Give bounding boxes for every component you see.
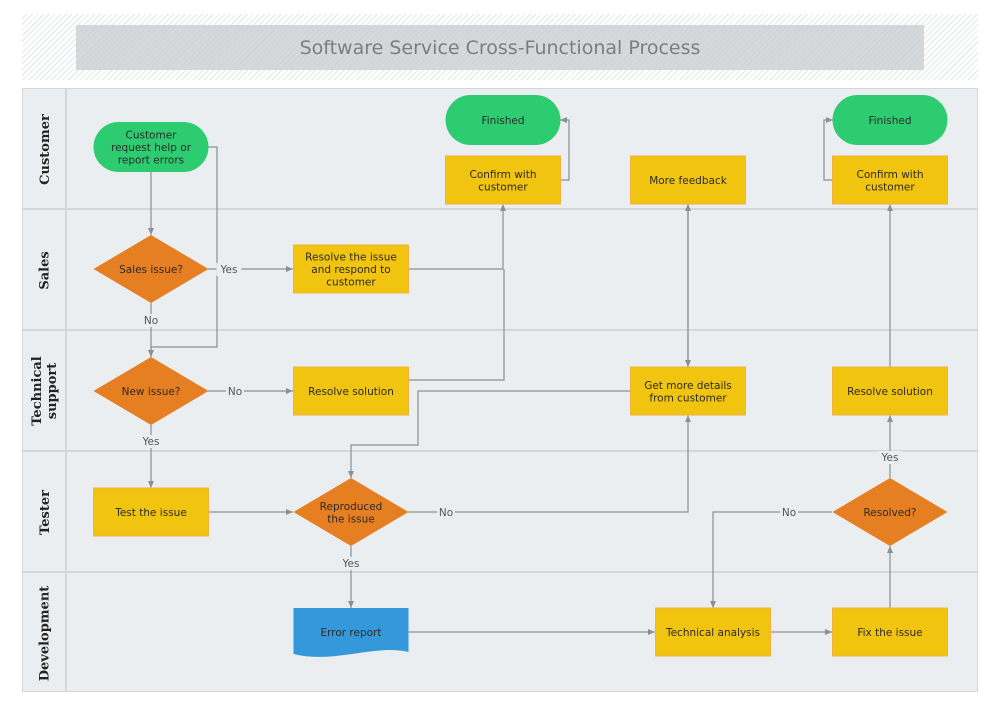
edge-label-sales-no: No bbox=[144, 315, 158, 327]
node-label: customer bbox=[326, 277, 376, 289]
node-label: Finished bbox=[481, 115, 524, 127]
node-label: Sales issue? bbox=[119, 264, 183, 276]
node-label: Customer bbox=[125, 130, 177, 142]
error-report-node: Error report bbox=[293, 608, 409, 657]
edge-respond-to-confirm bbox=[408, 204, 506, 270]
resolve-respond-node: Resolve the issueand respond tocustomer bbox=[293, 244, 409, 294]
resolve-solution-2-node: Resolve solution bbox=[832, 366, 948, 416]
confirm-1-node: Confirm withcustomer bbox=[445, 155, 561, 205]
edge-labels: Yes No No Yes No Yes No Yes bbox=[138, 263, 903, 570]
node-label: Confirm with bbox=[470, 169, 537, 181]
edge-label-new-no: No bbox=[228, 386, 242, 398]
node-label: Reproduced bbox=[320, 501, 383, 513]
edge-label-repro-yes: Yes bbox=[342, 558, 360, 570]
fix-issue-node: Fix the issue bbox=[832, 607, 948, 657]
customer-request-node: Customerrequest help orreport errors bbox=[93, 122, 209, 172]
more-feedback-node: More feedback bbox=[630, 155, 746, 205]
finished-1-node: Finished bbox=[445, 95, 561, 145]
edge-solution1-to-confirm bbox=[408, 269, 505, 381]
resolved-node: Resolved? bbox=[832, 478, 948, 546]
node-label: Technical analysis bbox=[665, 627, 760, 639]
node-label: Get more details bbox=[644, 380, 732, 392]
node-label: customer bbox=[865, 181, 915, 193]
edge-label-repro-no: No bbox=[439, 507, 453, 519]
finished-2-node: Finished bbox=[832, 95, 948, 145]
node-label: customer bbox=[478, 181, 528, 193]
get-details-node: Get more detailsfrom customer bbox=[630, 366, 746, 416]
node-label: request help or bbox=[111, 142, 192, 154]
node-label: report errors bbox=[118, 155, 184, 167]
node-label: and respond to bbox=[311, 264, 390, 276]
edge-confirm-to-finished-2 bbox=[823, 117, 833, 181]
node-label: Resolve solution bbox=[308, 386, 394, 398]
node-label: Fix the issue bbox=[857, 627, 922, 639]
node-label: Finished bbox=[868, 115, 911, 127]
edge-repro-no bbox=[408, 415, 691, 513]
edge-label-new-yes: Yes bbox=[142, 436, 160, 448]
resolve-solution-1-node: Resolve solution bbox=[293, 366, 409, 416]
technical-analysis-node: Technical analysis bbox=[655, 607, 771, 657]
node-label: Test the issue bbox=[114, 507, 187, 519]
edge-label-sales-yes: Yes bbox=[220, 264, 238, 276]
nodes: Customerrequest help orreport errors Fini… bbox=[93, 95, 948, 657]
node-label: Resolve solution bbox=[847, 386, 933, 398]
sales-issue-node: Sales issue? bbox=[93, 235, 209, 303]
edge-confirm-to-finished-1 bbox=[560, 117, 570, 181]
edge-label-resolved-no: No bbox=[782, 507, 796, 519]
reproduced-node: Reproducedthe issue bbox=[293, 478, 409, 546]
node-label: Resolve the issue bbox=[305, 252, 397, 264]
edge-resolved-no bbox=[710, 511, 832, 608]
node-label: More feedback bbox=[649, 175, 728, 187]
node-label: New issue? bbox=[122, 386, 181, 398]
confirm-2-node: Confirm withcustomer bbox=[832, 155, 948, 205]
edge-label-resolved-yes: Yes bbox=[881, 452, 899, 464]
node-label: Confirm with bbox=[857, 169, 924, 181]
node-label: the issue bbox=[327, 513, 375, 525]
new-issue-node: New issue? bbox=[93, 357, 209, 425]
node-label: Error report bbox=[320, 627, 381, 639]
test-issue-node: Test the issue bbox=[93, 487, 209, 537]
node-label: Resolved? bbox=[863, 507, 916, 519]
node-label: from customer bbox=[649, 392, 727, 404]
flowchart-canvas: Customerrequest help orreport errors Fini… bbox=[93, 95, 948, 657]
